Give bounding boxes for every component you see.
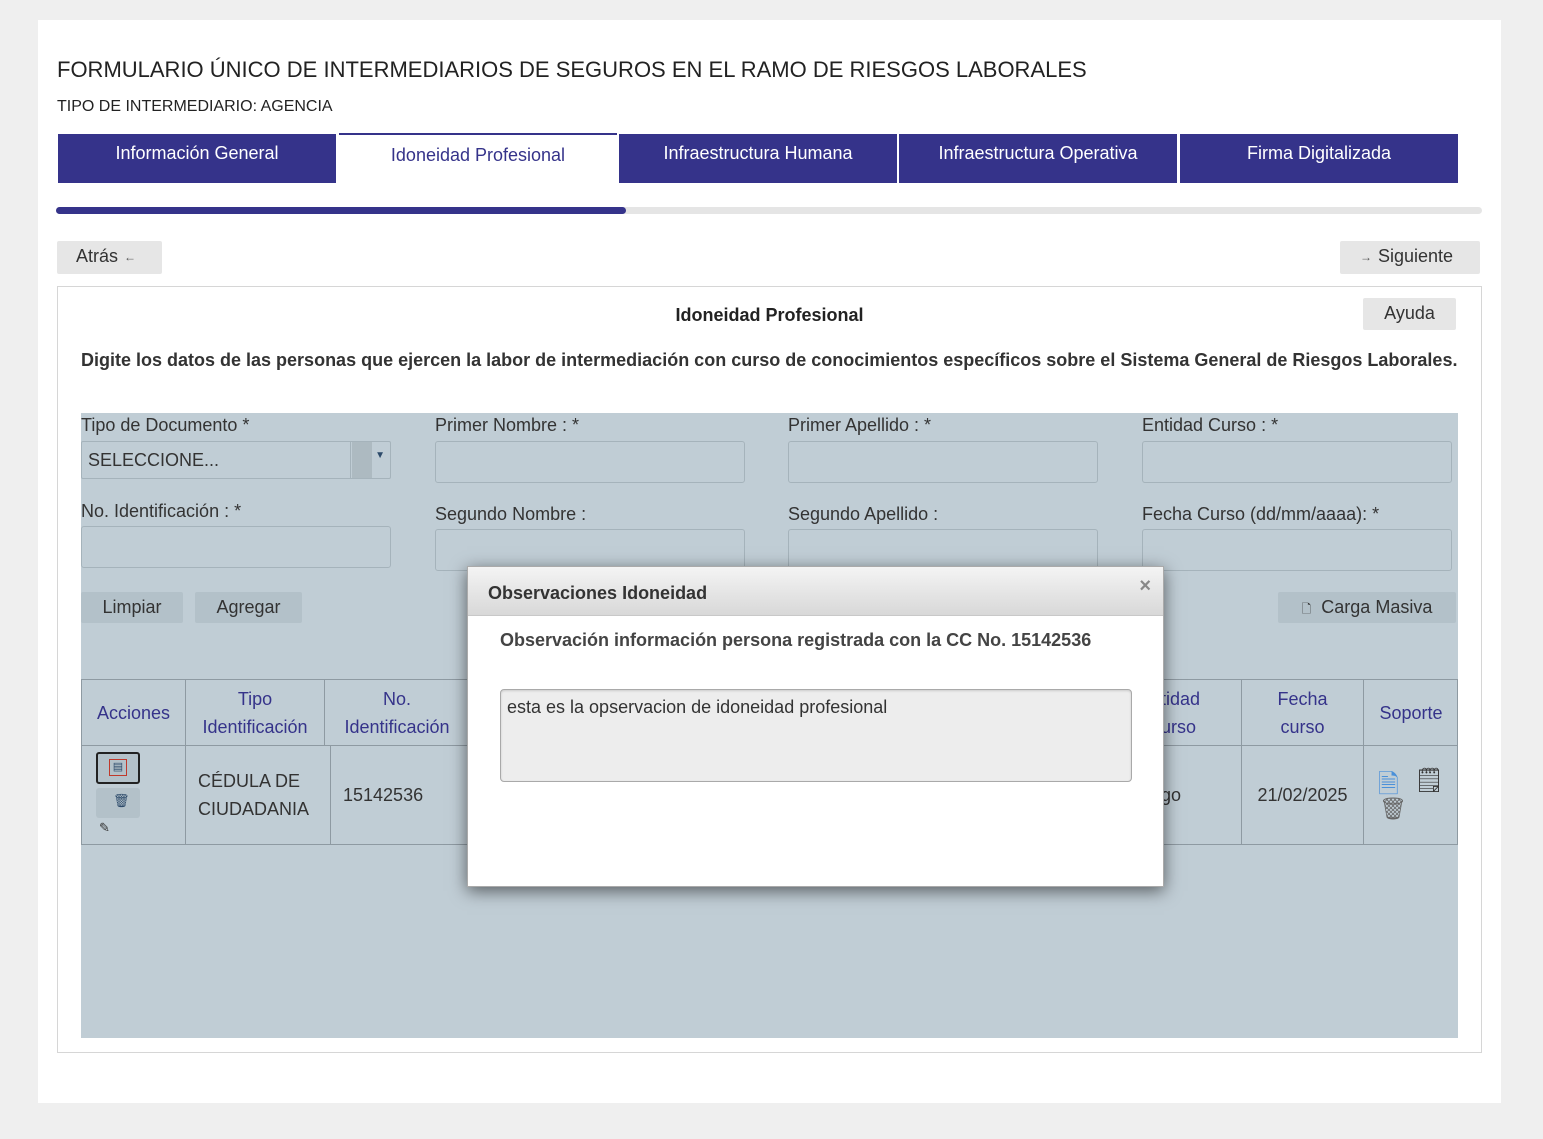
tab-firma-digitalizada[interactable]: Firma Digitalizada — [1180, 134, 1458, 183]
progress-fill — [56, 207, 627, 214]
trash-icon: 🗑 — [113, 793, 130, 808]
tab-informacion-general[interactable]: Información General — [58, 134, 336, 183]
cell-fecha: 21/02/2025 — [1242, 746, 1364, 844]
progress-bar — [56, 207, 1482, 214]
delete-row-button[interactable]: 🗑 — [96, 788, 140, 818]
intermediary-type: TIPO DE INTERMEDIARIO: AGENCIA — [57, 98, 333, 115]
entidad-curso-input[interactable] — [1142, 441, 1452, 483]
primer-nombre-label: Primer Nombre : * — [435, 415, 580, 435]
header-acciones: Acciones — [82, 680, 186, 746]
add-button[interactable]: Agregar — [195, 592, 302, 623]
header-tipo-line2: Identificación — [202, 716, 308, 737]
tab-infraestructura-humana[interactable]: Infraestructura Humana — [619, 134, 897, 183]
cell-soporte: 🗎 🗒 🗑 — [1364, 746, 1458, 844]
header-entidad-line2: urso — [1161, 716, 1197, 737]
trash-icon[interactable]: 🗑 — [1379, 796, 1407, 822]
segundo-apellido-input[interactable] — [788, 529, 1098, 571]
next-button[interactable]: → Siguiente — [1340, 241, 1480, 274]
header-no-identificacion: No. Identificación — [325, 680, 470, 746]
header-tipo-identificacion: Tipo Identificación — [186, 680, 325, 746]
entidad-curso-label: Entidad Curso : * — [1142, 415, 1279, 435]
page-title: FORMULARIO ÚNICO DE INTERMEDIARIOS DE SE… — [57, 57, 1087, 82]
observation-icon: ▤ — [109, 759, 127, 776]
header-entidad-line1: tidad — [1161, 688, 1201, 709]
cell-acciones: ▤ 🗑 ✎ — [82, 746, 186, 844]
header-tipo-line1: Tipo — [237, 688, 273, 709]
document-icon: 🗋 — [1301, 602, 1312, 616]
header-fecha-curso: Fecha curso — [1242, 680, 1364, 746]
segundo-apellido-label: Segundo Apellido : — [788, 504, 939, 524]
tab-bar: Información General Idoneidad Profesiona… — [58, 133, 1458, 183]
modal-subtitle: Observación información persona registra… — [500, 630, 1092, 650]
help-button[interactable]: Ayuda — [1363, 298, 1456, 330]
cell-tipo: CÉDULA DE CIUDADANIA — [186, 746, 331, 844]
file-text-icon[interactable]: 🗒 — [1414, 766, 1444, 795]
cell-entidad: go — [1161, 746, 1242, 844]
primer-nombre-input[interactable] — [435, 441, 745, 483]
header-entidad-curso: tidad urso — [1161, 680, 1242, 746]
header-fecha-line1: Fecha — [1277, 688, 1328, 709]
page-container: FORMULARIO ÚNICO DE INTERMEDIARIOS DE SE… — [38, 20, 1501, 1103]
cell-numero: 15142536 — [343, 784, 424, 805]
no-identificacion-input[interactable] — [81, 526, 391, 568]
pencil-icon[interactable]: ✎ — [99, 820, 110, 836]
cell-tipo-line1: CÉDULA DE — [198, 771, 301, 791]
fecha-curso-input[interactable] — [1142, 529, 1452, 571]
header-no-line2: Identificación — [344, 716, 450, 737]
back-button[interactable]: Atrás ← — [57, 241, 162, 274]
observations-modal: Observaciones Idoneidad × Observación in… — [467, 566, 1164, 887]
header-no-line1: No. — [382, 688, 411, 709]
modal-header: Observaciones Idoneidad × — [468, 567, 1163, 616]
modal-title: Observaciones Idoneidad — [488, 583, 708, 603]
clear-button[interactable]: Limpiar — [81, 592, 183, 623]
back-label: Atrás — [76, 246, 119, 266]
bulk-upload-label: Carga Masiva — [1321, 597, 1433, 617]
instructions-text: Digite los datos de las personas que eje… — [81, 350, 1458, 370]
tab-infraestructura-operativa[interactable]: Infraestructura Operativa — [899, 134, 1177, 183]
segundo-nombre-input[interactable] — [435, 529, 745, 571]
header-soporte: Soporte — [1364, 680, 1458, 746]
cell-tipo-line2: CIUDADANIA — [198, 799, 310, 819]
header-fecha-line2: curso — [1280, 716, 1325, 737]
panel-title: Idoneidad Profesional — [675, 305, 864, 325]
arrow-left-icon: ← — [124, 250, 137, 265]
arrow-right-icon: → — [1360, 250, 1372, 265]
primer-apellido-label: Primer Apellido : * — [788, 415, 932, 435]
select-arrow-zone: ▼ — [350, 442, 390, 478]
observation-button[interactable]: ▤ — [96, 752, 140, 784]
next-label: Siguiente — [1378, 246, 1454, 266]
segundo-nombre-label: Segundo Nombre : — [435, 504, 587, 524]
tipo-documento-group: Tipo de Documento * SELECCIONE... ▼ — [81, 413, 391, 483]
tipo-documento-value: SELECCIONE... — [88, 450, 220, 470]
chevron-down-icon: ▼ — [375, 450, 385, 461]
tipo-documento-label: Tipo de Documento * — [81, 415, 250, 435]
tab-idoneidad-profesional[interactable]: Idoneidad Profesional — [339, 133, 617, 183]
bulk-upload-button[interactable]: 🗋 Carga Masiva — [1278, 592, 1456, 623]
close-icon[interactable]: × — [1139, 575, 1151, 598]
fecha-curso-label: Fecha Curso (dd/mm/aaaa): * — [1142, 504, 1380, 524]
primer-apellido-input[interactable] — [788, 441, 1098, 483]
tipo-documento-select[interactable]: SELECCIONE... ▼ — [81, 441, 391, 479]
observation-textarea[interactable]: esta es la opservacion de idoneidad prof… — [500, 689, 1132, 782]
no-identificacion-label: No. Identificación : * — [81, 501, 242, 521]
